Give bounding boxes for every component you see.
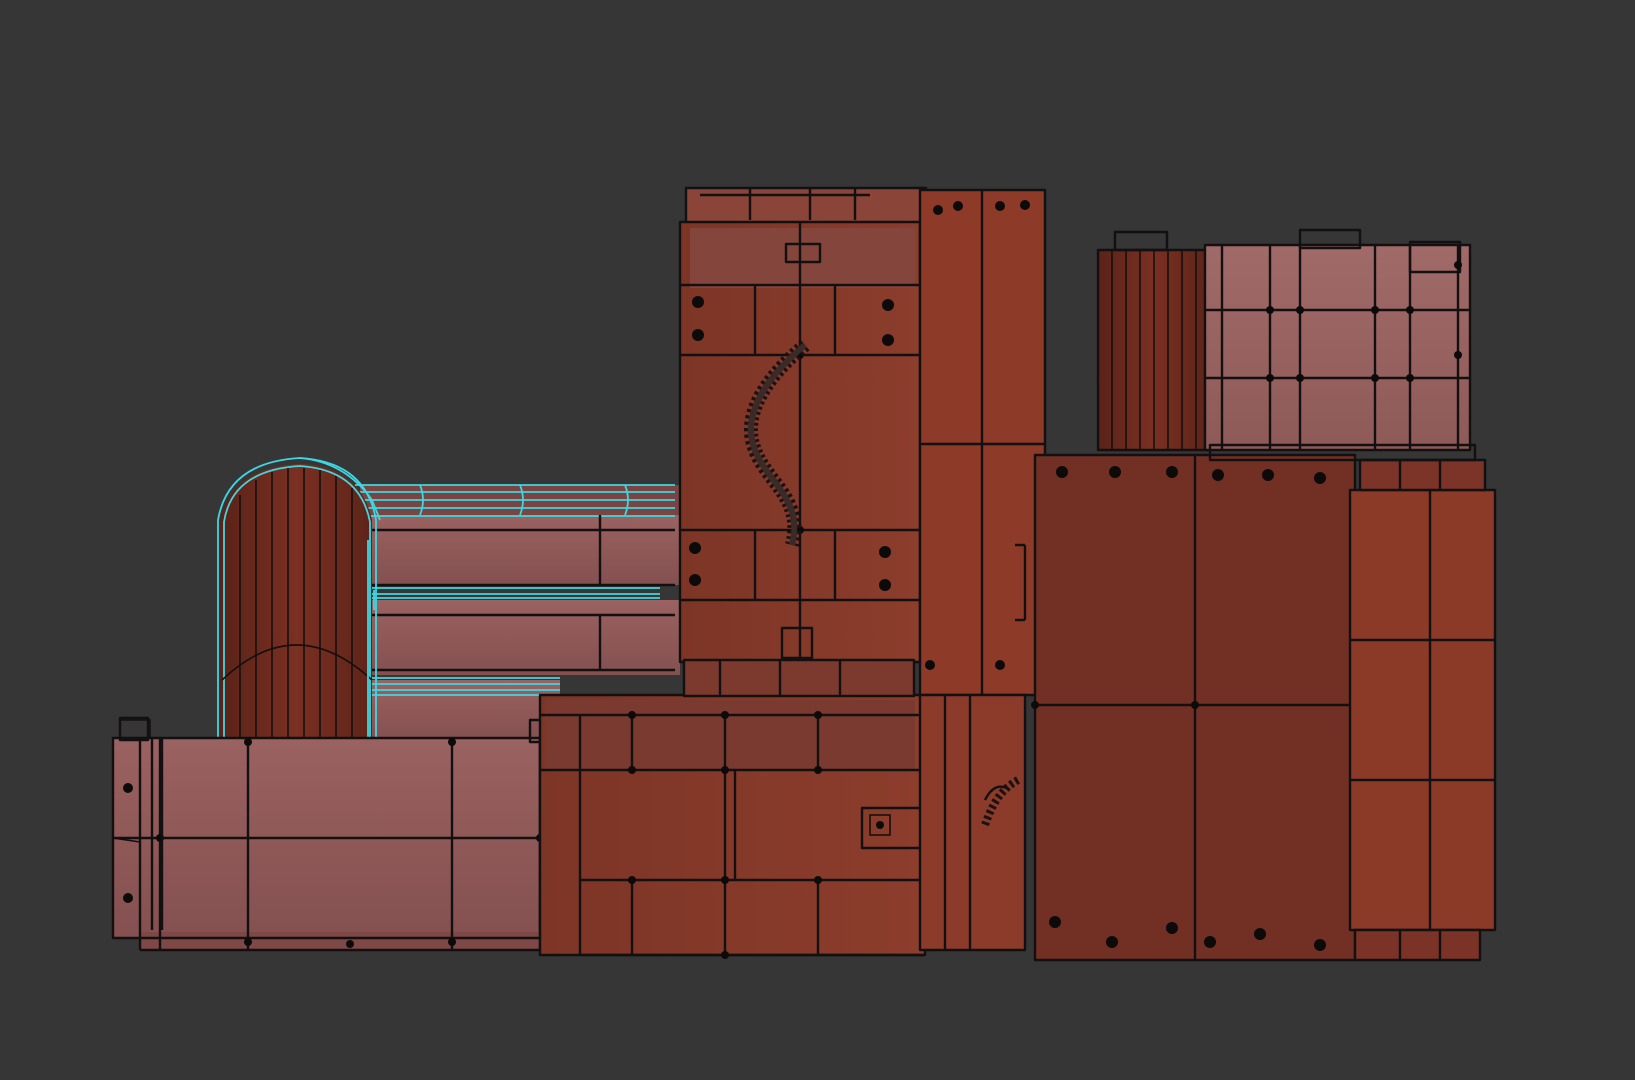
scene-render[interactable]	[0, 0, 1635, 1080]
center-low-block[interactable]	[538, 693, 927, 959]
left-bottom-crate[interactable]	[111, 716, 585, 952]
top-right-crate[interactable]	[1096, 228, 1477, 462]
3d-viewport[interactable]	[0, 0, 1635, 1080]
right-large-block[interactable]	[1015, 453, 1497, 962]
